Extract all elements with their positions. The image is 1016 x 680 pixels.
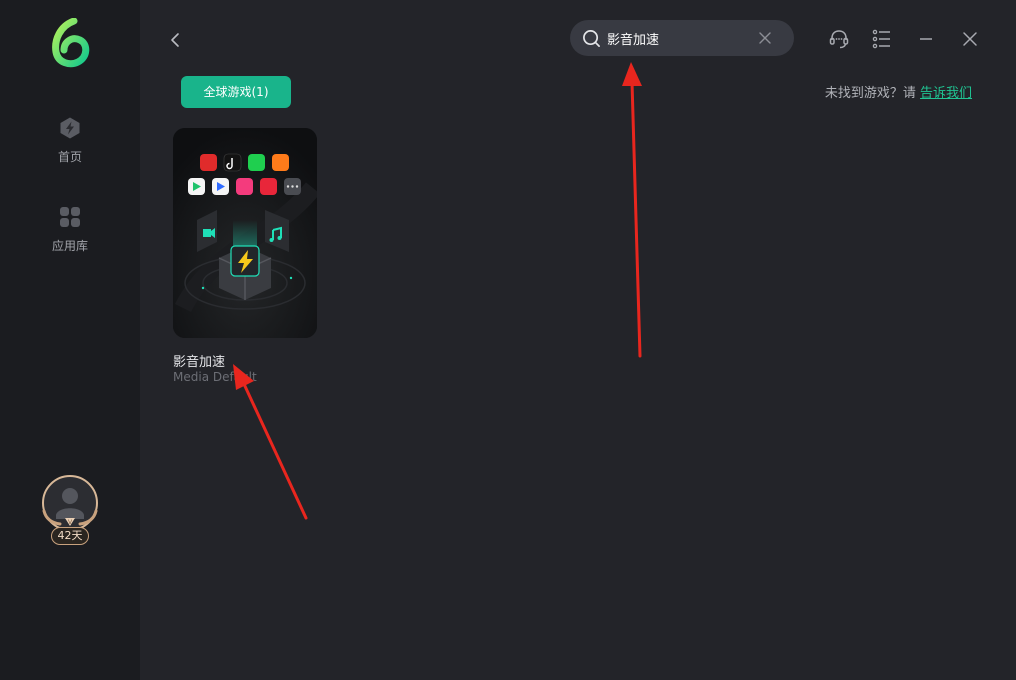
search-box[interactable] [570,20,794,56]
nav-label-home: 首页 [57,150,82,164]
avatar-laurel-icon: V [42,475,98,531]
game-subtitle: Media Default [173,370,257,384]
app-logo-icon [52,18,90,68]
minimize-icon[interactable] [915,28,937,50]
user-avatar[interactable]: V 42天 [40,473,100,548]
game-cover-image [173,128,317,338]
search-input[interactable] [607,29,747,47]
tab-global-games[interactable]: 全球游戏(1) [181,76,291,108]
vip-days-badge: 42天 [51,527,89,545]
game-not-found-text: 未找到游戏？请 告诉我们 [825,82,972,101]
arrow-to-game-title [233,364,308,520]
sidebar: 首页 应用库 V 42天 [0,0,140,680]
app-grid-icon [60,207,80,227]
search-icon [583,30,600,47]
tell-us-link[interactable]: 告诉我们 [920,86,972,101]
game-title[interactable]: 影音加速 [173,351,225,370]
arrow-to-search [622,62,642,358]
close-icon[interactable] [959,28,981,50]
nav-item-app-library[interactable]: 应用库 [0,205,140,275]
clear-search-icon[interactable] [758,31,772,45]
menu-list-icon[interactable] [871,28,893,50]
nav-label-app-library: 应用库 [51,239,88,253]
game-card[interactable] [173,128,317,338]
not-found-prefix: 未找到游戏？请 [824,86,920,101]
home-bolt-icon [60,117,80,139]
support-icon[interactable] [828,28,850,50]
back-arrow-icon[interactable] [166,30,186,50]
nav-item-home[interactable]: 首页 [0,116,140,186]
app-window: 首页 应用库 V 42天 影音加速 全球游戏(1) 未找到游戏？请 告诉我们 影… [0,0,1016,680]
annotation-arrows [233,62,642,520]
